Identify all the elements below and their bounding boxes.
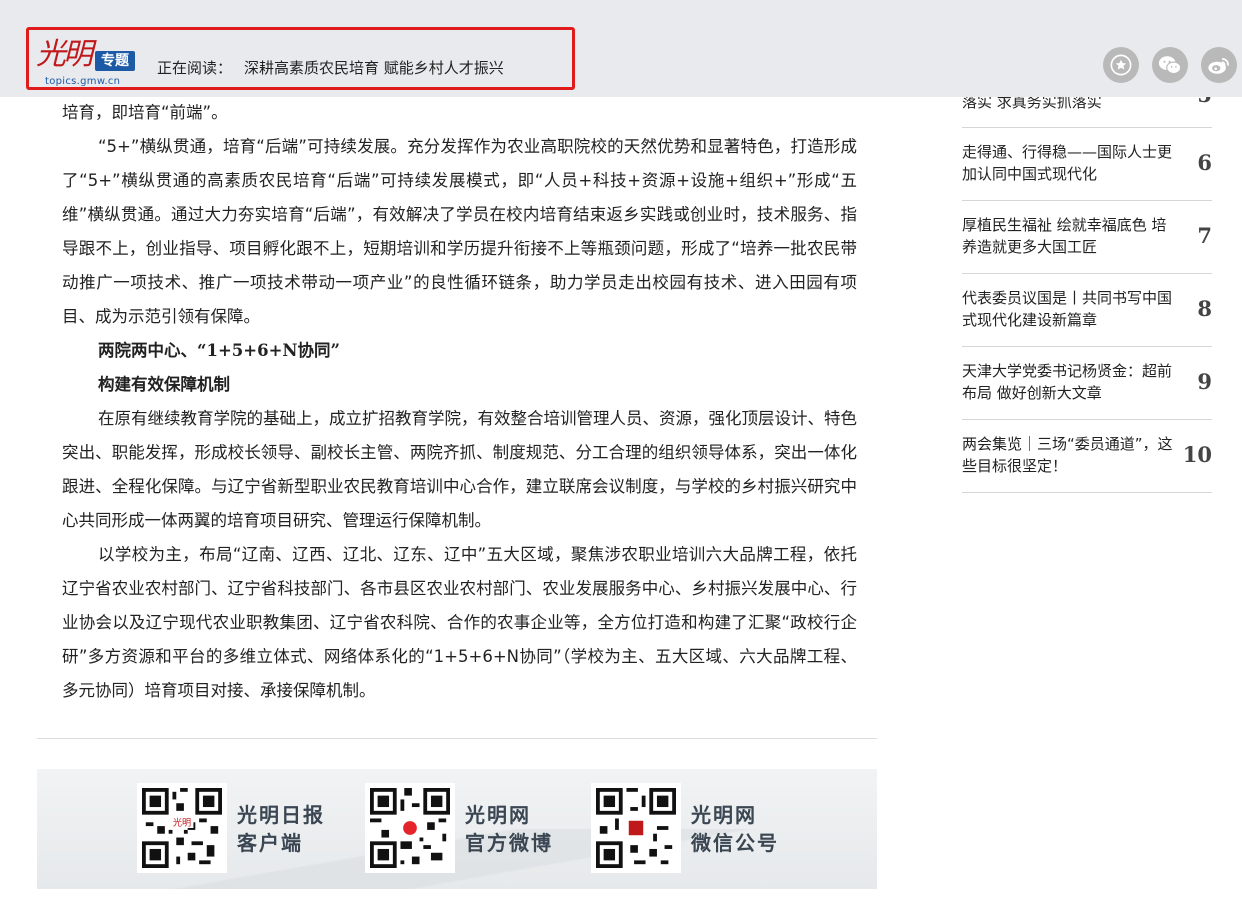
highlight-box <box>26 27 575 90</box>
article-subheading: 构建有效保障机制 <box>98 375 230 394</box>
qr-label: 光明日报 客户端 <box>237 801 325 857</box>
weibo-icon <box>1208 58 1229 74</box>
qr-code-icon <box>591 783 681 873</box>
ranking-item[interactable]: 天津大学党委书记杨贤金：超前布局 做好创新大文章 9 <box>962 347 1212 420</box>
ranking-item-number: 9 <box>1197 369 1212 394</box>
ranking-item[interactable]: 代表委员议国是丨共同书写中国式现代化建设新篇章 8 <box>962 274 1212 347</box>
ranking-item[interactable]: 走得通、行得稳——国际人士更加认同中国式现代化 6 <box>962 128 1212 201</box>
qr-code-icon: 光明 <box>137 783 227 873</box>
article-subheading: 两院两中心、“1+5+6+N协同” <box>98 341 340 360</box>
ranking-item-title[interactable]: 厚植民生福祉 绘就幸福底色 培养造就更多大国工匠 <box>962 214 1174 258</box>
ranking-item-title[interactable]: 天津大学党委书记杨贤金：超前布局 做好创新大文章 <box>962 360 1174 404</box>
wechat-icon <box>1158 56 1182 75</box>
ranking-item-number: 7 <box>1197 223 1212 248</box>
ranking-item-number: 10 <box>1182 442 1212 467</box>
sticky-header: 光明 专题 topics.gmw.cn 正在阅读： 深耕高素质农民培育 赋能乡村人… <box>0 0 1242 97</box>
qr-label-line: 光明网 <box>465 803 531 827</box>
ranking-item-title[interactable]: 代表委员议国是丨共同书写中国式现代化建设新篇章 <box>962 287 1174 331</box>
ranking-item-number: 6 <box>1197 150 1212 175</box>
article-paragraph: 培育，即培育“前端”。 <box>62 103 228 122</box>
qr-label-line: 官方微博 <box>465 831 553 855</box>
ranking-item-title[interactable]: 两会集览｜三场“委员通道”，这些目标很坚定！ <box>962 433 1174 477</box>
article-paragraph: “5+”横纵贯通，培育“后端”可持续发展。充分发挥作为农业高职院校的天然优势和显… <box>62 137 857 326</box>
share-weibo-button[interactable] <box>1201 47 1237 83</box>
qr-label: 光明网 微信公号 <box>691 801 779 857</box>
article-body: 培育，即培育“前端”。 “5+”横纵贯通，培育“后端”可持续发展。充分发挥作为农… <box>62 96 857 708</box>
article-paragraph: 以学校为主，布局“辽南、辽西、辽北、辽东、辽中”五大区域，聚焦涉农职业培训六大品… <box>62 545 857 700</box>
ranking-item[interactable]: 厚植民生福祉 绘就幸福底色 培养造就更多大国工匠 7 <box>962 201 1212 274</box>
qr-label-line: 微信公号 <box>691 831 779 855</box>
svg-text:光明: 光明 <box>173 816 191 828</box>
ranking-item-title[interactable]: 走得通、行得稳——国际人士更加认同中国式现代化 <box>962 141 1174 185</box>
qr-label-line: 光明网 <box>691 803 757 827</box>
qr-banner: 光明 光明日报 客户端 光明网 官方微博 光明网 微信公号 <box>37 769 877 889</box>
star-icon <box>1110 54 1132 76</box>
ranking-item-number: 8 <box>1197 296 1212 321</box>
qr-label: 光明网 官方微博 <box>465 801 553 857</box>
share-wechat-button[interactable] <box>1152 47 1188 83</box>
qr-label-line: 客户端 <box>237 831 303 855</box>
ranking-item[interactable]: 两会集览｜三场“委员通道”，这些目标很坚定！ 10 <box>962 420 1212 493</box>
article-divider <box>37 738 877 739</box>
qr-label-line: 光明日报 <box>237 803 325 827</box>
article-paragraph: 在原有继续教育学院的基础上，成立扩招教育学院，有效整合培训管理人员、资源，强化顶… <box>62 409 857 530</box>
qr-code-icon <box>365 783 455 873</box>
favorite-button[interactable] <box>1103 47 1139 83</box>
